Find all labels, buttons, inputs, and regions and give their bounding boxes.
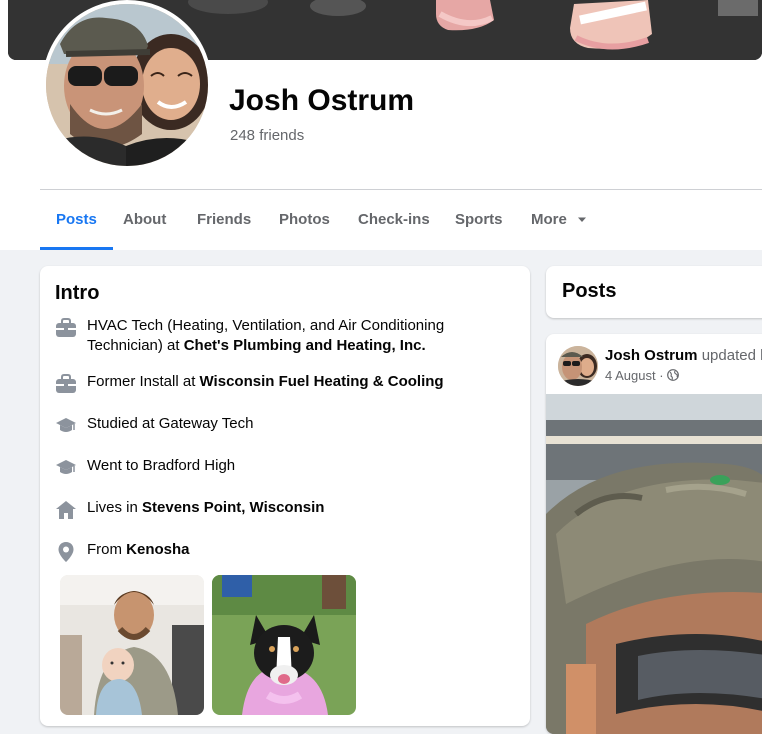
tab-about-label: About: [123, 211, 167, 228]
tab-photos-label: Photos: [279, 211, 330, 228]
intro-high-school-text: Went to Bradford High: [87, 457, 236, 474]
intro-card: Intro HVAC Tech (Heating, Ventilation, a…: [40, 266, 530, 726]
profile-header: Josh Ostrum 248 friends Posts About Frie…: [0, 0, 762, 250]
tab-check-ins[interactable]: Check-ins: [358, 190, 430, 250]
intro-college-text: Studied at Gateway Tech: [87, 415, 254, 432]
tab-check-ins-label: Check-ins: [358, 211, 430, 228]
post-header-line: Josh Ostrum updated h: [605, 347, 762, 364]
post-meta-separator: ·: [659, 368, 664, 383]
intro-item-work: HVAC Tech (Heating, Ventilation, and Air…: [55, 316, 515, 356]
post-author-name[interactable]: Josh Ostrum: [605, 347, 698, 364]
post-meta: 4 August ·: [605, 368, 680, 383]
intro-item-college: Studied at Gateway Tech: [55, 414, 515, 434]
tab-posts[interactable]: Posts: [40, 190, 113, 250]
briefcase-icon: [56, 374, 76, 393]
posts-section-title: Posts: [562, 280, 617, 302]
tab-about[interactable]: About: [123, 190, 166, 250]
caret-down-icon: [578, 217, 587, 223]
tab-sports[interactable]: Sports: [455, 190, 503, 250]
location-pin-icon: [58, 542, 74, 562]
home-icon: [56, 501, 76, 519]
intro-item-former-work: Former Install at Wisconsin Fuel Heating…: [55, 372, 515, 393]
intro-from-prefix: From: [87, 541, 127, 558]
graduation-cap-icon: [56, 418, 76, 432]
intro-former-work-prefix: Former Install at: [87, 373, 200, 390]
tab-friends[interactable]: Friends: [197, 190, 251, 250]
featured-photo-man-with-baby[interactable]: [60, 575, 204, 715]
profile-name: Josh Ostrum: [229, 84, 415, 117]
intro-item-lives-in: Lives in Stevens Point, Wisconsin: [55, 498, 515, 519]
globe-icon[interactable]: [667, 369, 680, 381]
tab-posts-label: Posts: [56, 211, 97, 228]
tab-more-label: More: [531, 211, 567, 228]
profile-picture[interactable]: [42, 0, 212, 170]
tab-more[interactable]: More: [531, 190, 587, 250]
intro-item-from: From Kenosha: [55, 540, 515, 562]
post-date[interactable]: 4 August: [605, 368, 656, 383]
active-tab-indicator: [40, 247, 113, 250]
post-action-text: updated h: [701, 347, 762, 364]
intro-lives-in-prefix: Lives in: [87, 499, 143, 516]
intro-lives-in-place[interactable]: Stevens Point, Wisconsin: [142, 499, 324, 516]
tab-friends-label: Friends: [197, 211, 252, 228]
tab-sports-label: Sports: [455, 211, 503, 228]
post-card: Josh Ostrum updated h 4 August ·: [546, 334, 762, 734]
post-author-avatar[interactable]: [558, 346, 598, 386]
intro-work-employer[interactable]: Chet's Plumbing and Heating, Inc.: [184, 337, 426, 354]
briefcase-icon: [56, 318, 76, 337]
intro-item-high-school: Went to Bradford High: [55, 456, 515, 476]
posts-header-card: Posts: [546, 266, 762, 318]
friends-count[interactable]: 248 friends: [230, 127, 304, 144]
intro-from-place[interactable]: Kenosha: [126, 541, 189, 558]
intro-title: Intro: [55, 282, 100, 304]
post-photo[interactable]: [546, 394, 762, 734]
tab-photos[interactable]: Photos: [279, 190, 330, 250]
graduation-cap-icon: [56, 460, 76, 474]
featured-photo-dog[interactable]: [212, 575, 356, 715]
intro-former-work-employer[interactable]: Wisconsin Fuel Heating & Cooling: [200, 373, 444, 390]
